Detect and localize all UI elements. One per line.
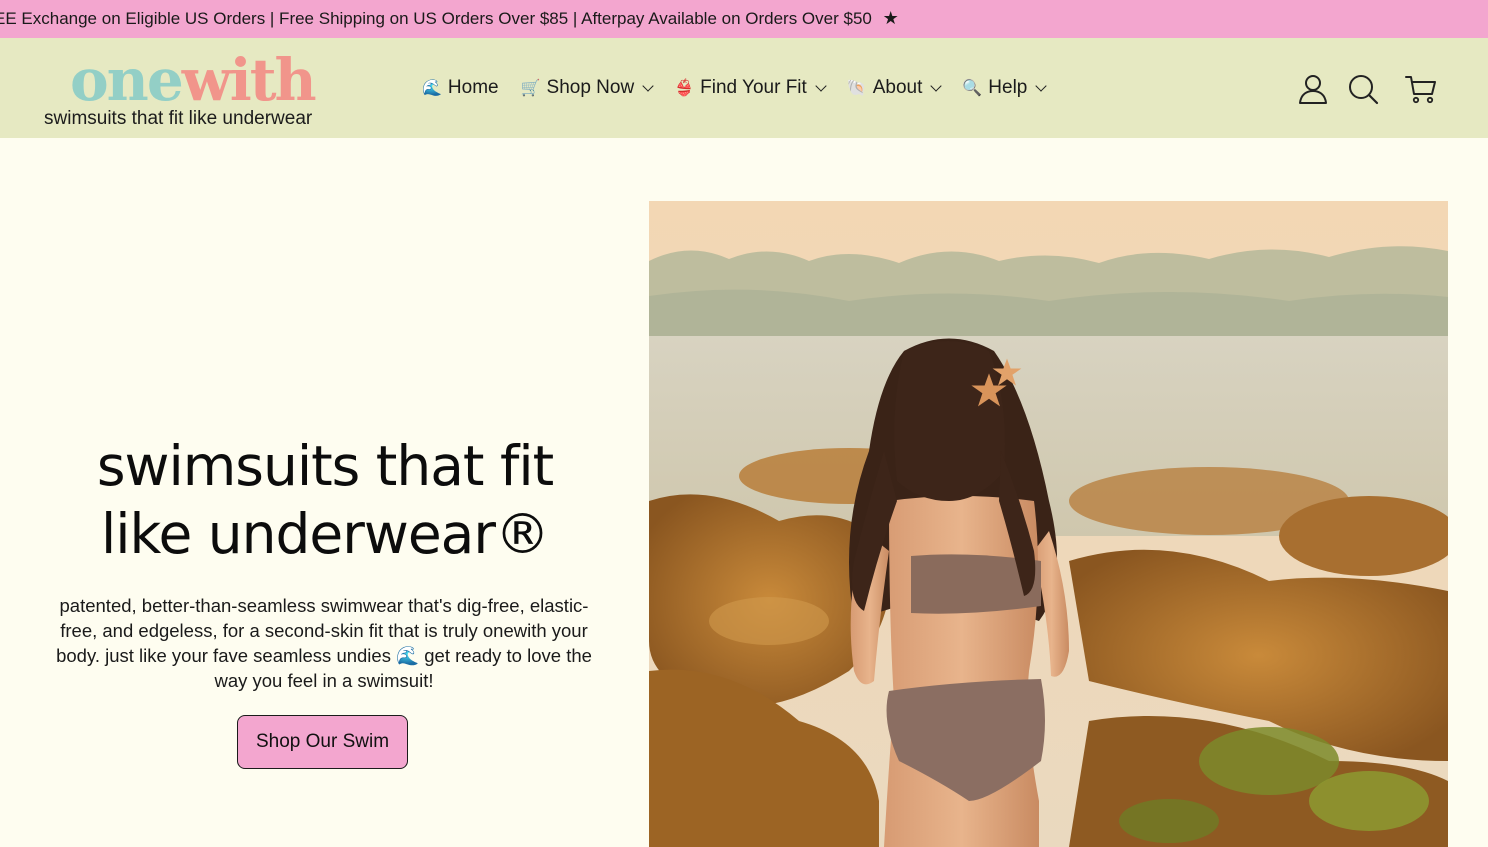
shell-icon: 🐚 [846, 80, 867, 97]
hero-title: swimsuits that fit like underwear® [30, 432, 620, 568]
hero-description: patented, better-than-seamless swimwear … [56, 595, 592, 691]
logo-part-one: one [70, 46, 184, 114]
hero-title-line-1: swimsuits that fit [96, 434, 554, 498]
logo-tagline: swimsuits that fit like underwear [44, 108, 313, 129]
chevron-down-icon [1035, 80, 1048, 92]
nav-item-find-your-fit[interactable]: 👙 Find Your Fit [674, 77, 827, 99]
search-icon[interactable] [1346, 72, 1380, 106]
nav-item-shop-now[interactable]: 🛒 Shop Now [520, 77, 654, 99]
hero-title-line-2: like underwear® [101, 502, 550, 566]
nav-label-find-your-fit: Find Your Fit [700, 77, 807, 98]
nav-item-about[interactable]: 🐚 About [846, 77, 943, 99]
shop-our-swim-button[interactable]: Shop Our Swim [237, 715, 408, 769]
logo-part-with: with [181, 46, 317, 114]
main-nav: 🌊 Home 🛒 Shop Now 👙 Find Your Fit 🐚 Abou… [422, 76, 1067, 100]
announcement-text: EE Exchange on Eligible US Orders | Free… [0, 9, 872, 28]
nav-label-home: Home [447, 77, 499, 98]
wave-icon: 🌊 [422, 80, 442, 97]
magnifier-emoji-icon: 🔍 [962, 80, 983, 97]
cart-icon[interactable] [1404, 72, 1438, 106]
nav-label-help: Help [988, 77, 1028, 98]
chevron-down-icon [930, 80, 943, 92]
header-icons [1296, 72, 1438, 106]
hero-image [649, 201, 1448, 847]
chevron-down-icon [815, 80, 827, 92]
bikini-icon: 👙 [674, 80, 695, 97]
logo[interactable]: onewith swimsuits that fit like underwea… [44, 46, 354, 132]
nav-item-help[interactable]: 🔍 Help [962, 77, 1048, 99]
announcement-bar: EE Exchange on Eligible US Orders | Free… [0, 0, 1488, 38]
logo-wordmark: onewith [70, 46, 317, 114]
nav-label-about: About [872, 77, 923, 98]
beach-photo [649, 201, 1448, 847]
nav-item-home[interactable]: 🌊 Home [422, 77, 499, 99]
nav-label-shop-now: Shop Now [546, 77, 635, 98]
star-icon: ★ [882, 8, 899, 28]
site-header: onewith swimsuits that fit like underwea… [0, 38, 1488, 138]
chevron-down-icon [642, 80, 654, 92]
shopping-cart-emoji-icon: 🛒 [520, 80, 541, 97]
account-icon[interactable] [1296, 72, 1330, 106]
